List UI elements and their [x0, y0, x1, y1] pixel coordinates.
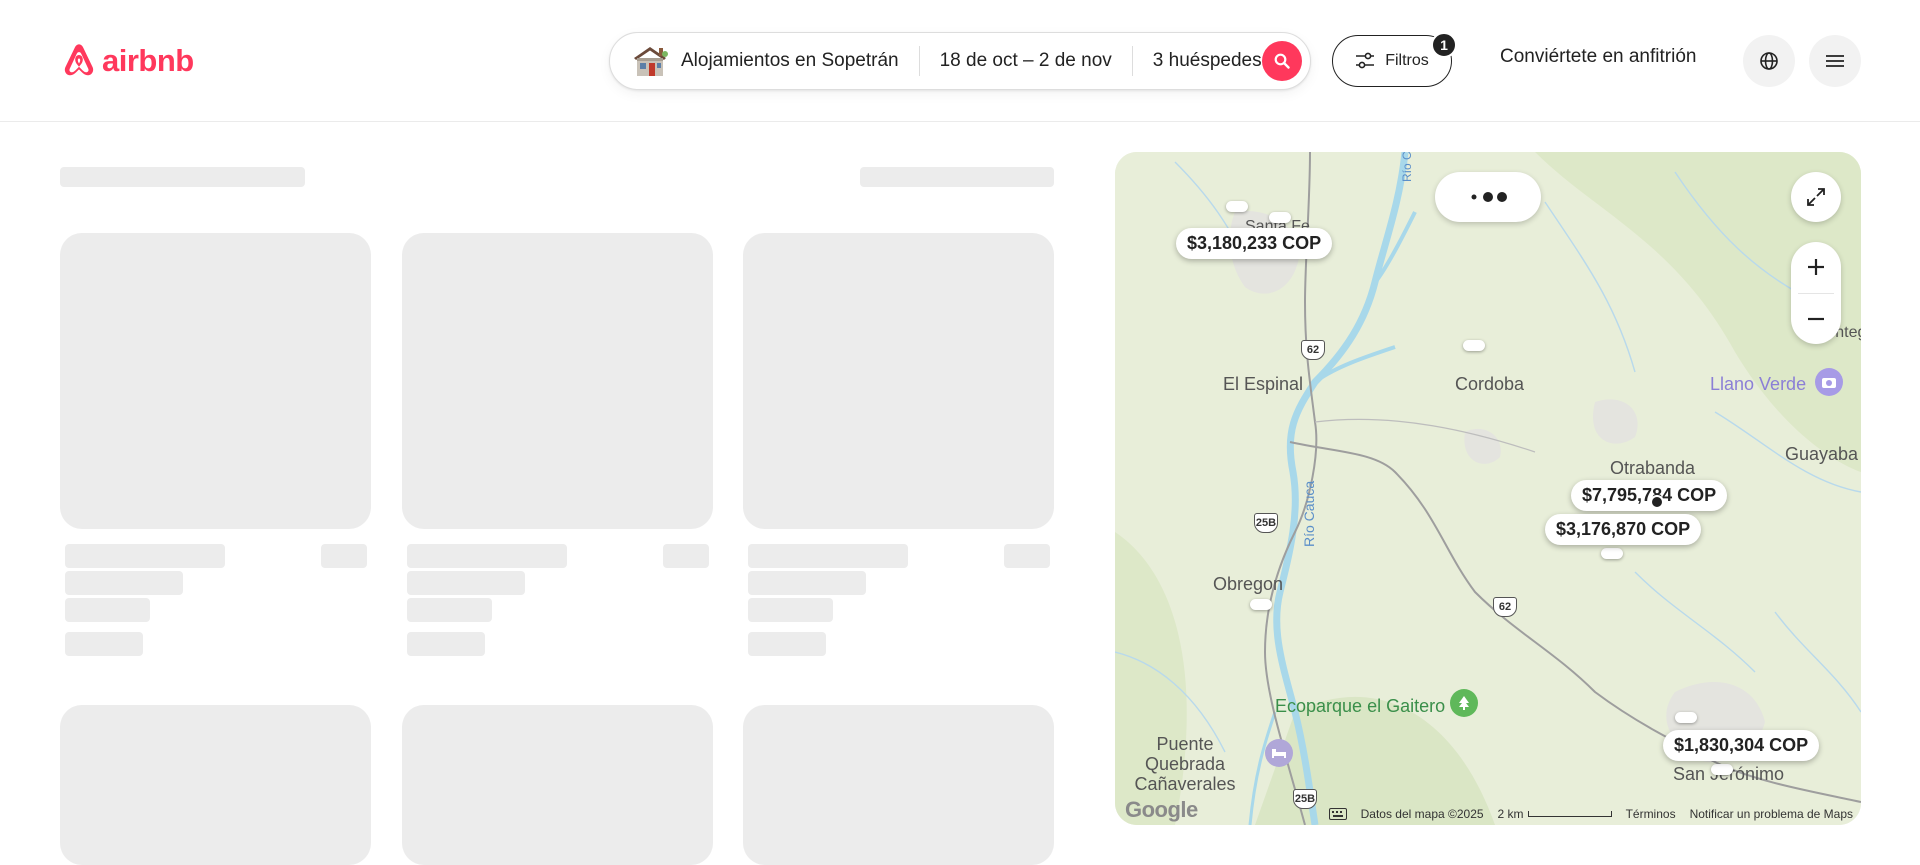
- search-divider: [1131, 46, 1133, 76]
- map-marker[interactable]: [1675, 712, 1697, 723]
- place-label: Cordoba: [1455, 374, 1525, 394]
- map-marker[interactable]: [1601, 548, 1623, 559]
- skeleton-line: [407, 571, 525, 595]
- map-data-credit: Datos del mapa ©2025: [1360, 807, 1484, 821]
- skeleton-card-image: [402, 705, 713, 865]
- search-guests[interactable]: 3 huéspedes: [1153, 50, 1262, 72]
- hamburger-menu-icon: [1826, 55, 1844, 67]
- map-marker[interactable]: [1250, 599, 1272, 610]
- map-marker[interactable]: [1269, 212, 1291, 223]
- map-expand-button[interactable]: [1791, 172, 1841, 222]
- place-label: Guayaba: [1785, 444, 1859, 464]
- search-bar[interactable]: Alojamientos en Sopetrán 18 de oct – 2 d…: [609, 32, 1311, 90]
- airbnb-logo[interactable]: airbnb: [60, 40, 194, 82]
- become-host-link[interactable]: Conviértete en anfitrión: [1500, 46, 1696, 68]
- river-label: Río Cauca: [1400, 152, 1414, 182]
- terms-link[interactable]: Términos: [1626, 807, 1676, 821]
- skeleton-line: [65, 632, 143, 656]
- minus-icon: [1808, 317, 1824, 320]
- place-label: Otrabanda: [1610, 458, 1696, 478]
- skeleton-line: [663, 544, 709, 568]
- logo-wordmark: airbnb: [102, 43, 194, 78]
- map-scale-label: 2 km: [1497, 807, 1524, 821]
- skeleton-line: [65, 544, 225, 568]
- house-icon: [634, 47, 668, 76]
- skeleton-line: [65, 598, 150, 622]
- price-marker[interactable]: $7,795,784 COP: [1571, 480, 1728, 511]
- road-shield: 62: [1493, 597, 1517, 617]
- price-marker[interactable]: $3,180,233 COP: [1176, 228, 1333, 259]
- skeleton-line: [748, 632, 826, 656]
- search-icon: [1274, 53, 1290, 69]
- zoom-controls: [1791, 242, 1841, 344]
- top-header: airbnb Alojamientos en Sopetrán 18 de oc…: [0, 0, 1920, 122]
- skeleton-line: [748, 598, 833, 622]
- price-marker[interactable]: $1,830,304 COP: [1663, 730, 1820, 761]
- skeleton-card-image: [743, 705, 1054, 865]
- place-label: Puente Quebrada Cañaverales: [1134, 734, 1236, 794]
- skeleton-line: [748, 544, 908, 568]
- map-marker[interactable]: [1463, 340, 1485, 351]
- filters-count-badge: 1: [1431, 32, 1457, 58]
- loading-dots-icon: [1471, 192, 1507, 202]
- zoom-in-button[interactable]: [1791, 242, 1841, 293]
- filters-label: Filtros: [1385, 52, 1429, 69]
- skeleton-line: [407, 598, 492, 622]
- map-attribution-bar: Datos del mapa ©2025 2 km Términos Notif…: [1115, 803, 1861, 825]
- skeleton-heading: [60, 167, 305, 187]
- tree-icon[interactable]: [1450, 689, 1478, 717]
- map-panel[interactable]: El Espinal Cordoba Llano Verde Guayaba O…: [1115, 152, 1861, 825]
- airbnb-logo-icon: [64, 44, 94, 76]
- search-button[interactable]: [1262, 41, 1302, 81]
- map-marker[interactable]: [1711, 764, 1733, 775]
- skeleton-line: [407, 632, 485, 656]
- skeleton-card-image: [60, 705, 371, 865]
- skeleton-line: [321, 544, 367, 568]
- price-marker[interactable]: $3,176,870 COP: [1545, 514, 1702, 545]
- search-divider: [918, 46, 920, 76]
- road-shield: 25B: [1254, 513, 1278, 533]
- location-dot: [1650, 495, 1664, 509]
- skeleton-line: [407, 544, 567, 568]
- road-shield: 62: [1301, 340, 1325, 360]
- main-menu-button[interactable]: [1809, 35, 1861, 87]
- place-label: Llano Verde: [1710, 374, 1807, 394]
- search-location[interactable]: Alojamientos en Sopetrán: [681, 50, 899, 72]
- place-label: El Espinal: [1223, 374, 1304, 394]
- skeleton-card-image: [60, 233, 371, 529]
- keyboard-icon[interactable]: [1328, 808, 1347, 820]
- report-problem-link[interactable]: Notificar un problema de Maps: [1690, 807, 1853, 821]
- language-button[interactable]: [1743, 35, 1795, 87]
- river-label: Río Cauca: [1301, 480, 1317, 547]
- skeleton-card-image: [743, 233, 1054, 529]
- search-dates[interactable]: 18 de oct – 2 de nov: [940, 50, 1112, 72]
- place-label: Ecoparque el Gaitero: [1275, 696, 1446, 716]
- map-scale-bar: [1527, 811, 1612, 817]
- skeleton-line: [748, 571, 866, 595]
- sliders-icon: [1356, 52, 1375, 69]
- filters-button[interactable]: Filtros 1: [1332, 32, 1457, 87]
- map-scale[interactable]: 2 km: [1498, 807, 1612, 821]
- place-label: Obregon: [1213, 574, 1284, 594]
- zoom-out-button[interactable]: [1791, 293, 1841, 344]
- camera-icon[interactable]: [1815, 368, 1843, 396]
- plus-icon: [1808, 259, 1824, 276]
- expand-icon: [1807, 188, 1825, 206]
- skeleton-heading-right: [860, 167, 1054, 187]
- skeleton-card-image: [402, 233, 713, 529]
- bed-icon[interactable]: [1265, 739, 1293, 767]
- skeleton-line: [1004, 544, 1050, 568]
- map-marker[interactable]: [1226, 201, 1248, 212]
- loading-indicator: [1435, 172, 1541, 222]
- skeleton-line: [65, 571, 183, 595]
- globe-icon: [1760, 52, 1778, 70]
